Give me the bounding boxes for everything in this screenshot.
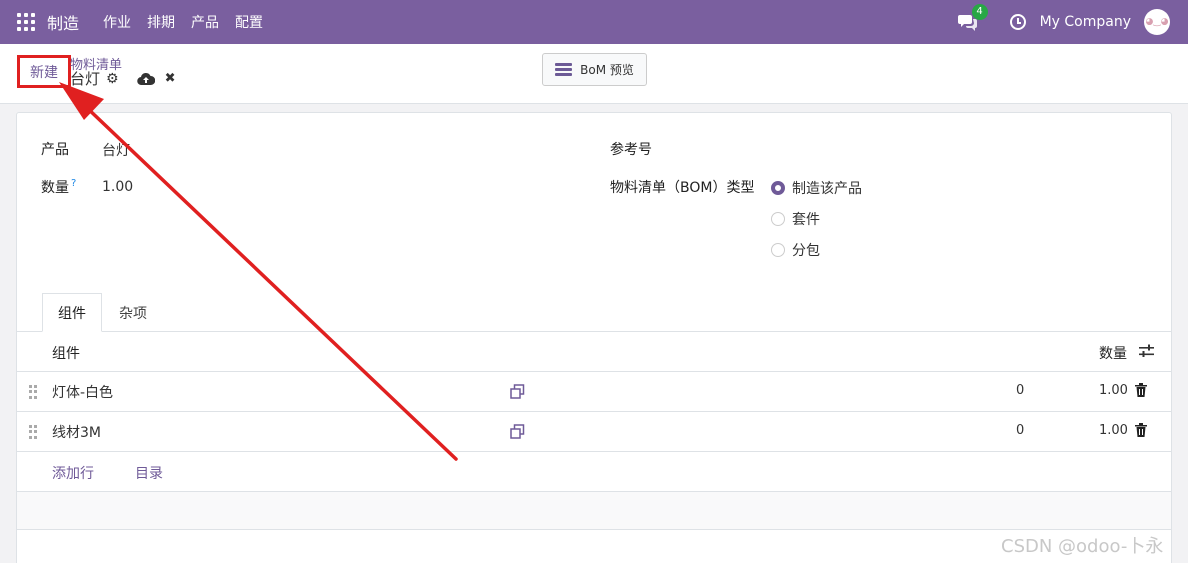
navbar-right: 4 My Company ◕‿◕ [957, 4, 1188, 35]
radio-unselected[interactable] [771, 212, 785, 226]
column-header-quantity[interactable]: 数量 [1099, 343, 1127, 363]
record-title: 台灯 [70, 70, 101, 88]
avatar[interactable]: ◕‿◕ [1144, 9, 1170, 35]
record-title-bar: 台灯 ⚙ ✖ [70, 68, 175, 89]
bom-preview-button[interactable]: BoM 预览 [542, 53, 647, 86]
radio-selected[interactable] [771, 181, 785, 195]
trash-icon[interactable] [1135, 383, 1147, 397]
row-value: 0 [1016, 423, 1025, 438]
bom-type-label: 物料清单（BOM）类型 [610, 180, 755, 196]
main-menu: 作业 排期 产品 配置 [87, 12, 263, 32]
quantity-label: 数量? [41, 178, 77, 196]
row-quantity[interactable]: 1.00 [1099, 423, 1128, 438]
row-quantity[interactable]: 1.00 [1099, 383, 1128, 398]
catalog-link[interactable]: 目录 [135, 463, 163, 483]
menu-item-configuration[interactable]: 配置 [235, 12, 263, 32]
top-navbar: 制造 作业 排期 产品 配置 4 My Company ◕‿◕ [0, 0, 1188, 44]
watermark: CSDN @odoo-卜永 [1001, 536, 1164, 557]
gear-icon[interactable]: ⚙ [106, 71, 119, 87]
copy-icon[interactable] [510, 384, 525, 399]
trash-icon[interactable] [1135, 423, 1147, 437]
help-icon[interactable]: ? [71, 178, 76, 189]
quantity-field[interactable]: 1.00 [102, 179, 133, 195]
component-name[interactable]: 灯体-白色 [52, 382, 113, 402]
drag-handle-icon[interactable] [29, 425, 37, 439]
component-name[interactable]: 线材3M [52, 422, 101, 442]
product-label: 产品 [41, 142, 69, 158]
menu-item-planning[interactable]: 排期 [147, 12, 175, 32]
table-header: 组件 数量 [17, 332, 1171, 372]
discard-icon[interactable]: ✖ [165, 71, 176, 86]
row-value: 0 [1016, 383, 1025, 398]
app-name[interactable]: 制造 [47, 10, 79, 34]
menu-item-operations[interactable]: 作业 [103, 12, 131, 32]
optional-columns-icon[interactable] [1139, 344, 1154, 358]
reference-label: 参考号 [610, 142, 652, 158]
drag-handle-icon[interactable] [29, 385, 37, 399]
chat-icon[interactable]: 4 [957, 4, 988, 31]
apps-menu-icon[interactable] [17, 13, 35, 31]
copy-icon[interactable] [510, 424, 525, 439]
clock-icon[interactable] [1009, 14, 1026, 30]
new-button[interactable]: 新建 [17, 55, 71, 88]
bom-type-radio-kit[interactable]: 套件 [771, 209, 820, 229]
table-row[interactable]: 灯体-白色 0 1.00 [17, 372, 1171, 412]
product-field[interactable]: 台灯 [102, 140, 130, 160]
add-line-link[interactable]: 添加行 [52, 463, 94, 483]
column-header-component[interactable]: 组件 [52, 343, 80, 363]
radio-unselected[interactable] [771, 243, 785, 257]
empty-row [17, 492, 1171, 530]
chat-badge: 4 [971, 4, 988, 20]
cloud-upload-icon[interactable] [136, 72, 155, 86]
form-sheet: 产品 台灯 数量? 1.00 参考号 物料清单（BOM）类型 制造该产品 套件 … [16, 112, 1172, 563]
add-row-bar: 添加行 目录 [17, 452, 1171, 492]
control-panel: 新建 物料清单 台灯 ⚙ ✖ BoM 预览 [0, 44, 1188, 104]
table-row[interactable]: 线材3M 0 1.00 [17, 412, 1171, 452]
menu-item-products[interactable]: 产品 [191, 12, 219, 32]
bom-type-radio-subcontract[interactable]: 分包 [771, 240, 820, 260]
bom-preview-label: BoM 预览 [580, 63, 634, 77]
tab-miscellaneous[interactable]: 杂项 [113, 293, 153, 332]
list-icon [555, 63, 573, 76]
bom-type-radio-manufacture[interactable]: 制造该产品 [771, 178, 862, 198]
company-switcher[interactable]: My Company [1040, 14, 1131, 30]
tab-components[interactable]: 组件 [42, 293, 102, 332]
